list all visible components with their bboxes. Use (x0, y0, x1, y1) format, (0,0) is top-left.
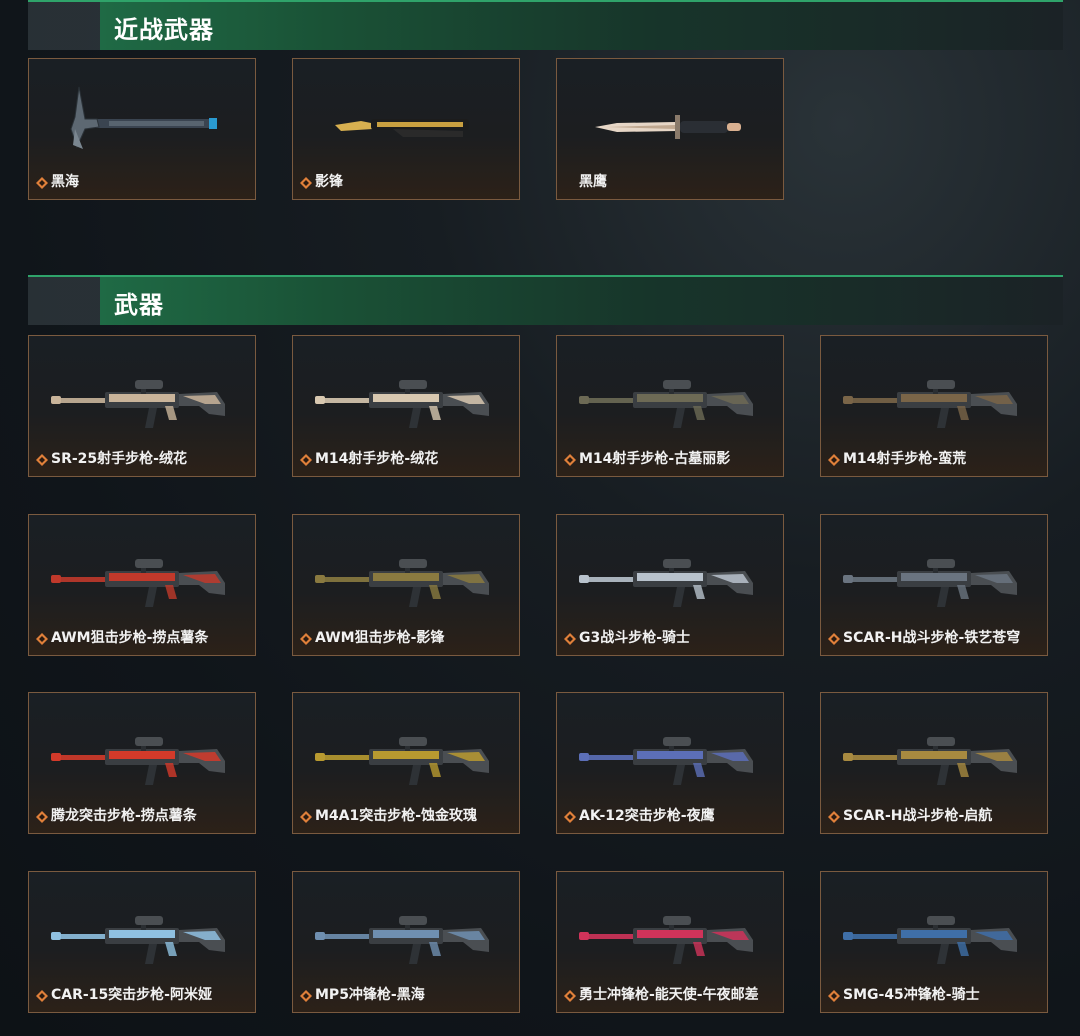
weapon-card[interactable]: MP5冲锋枪-黑海 (292, 871, 520, 1013)
weapon-card[interactable]: 勇士冲锋枪-能天使-午夜邮差 (556, 871, 784, 1013)
weapon-card-label: SCAR-H战斗步枪-启航 (843, 808, 993, 824)
weapon-card[interactable]: M14射手步枪-蛮荒 (820, 335, 1048, 477)
rifle-icon (579, 380, 753, 428)
weapon-card[interactable]: G3战斗步枪-骑士 (556, 514, 784, 656)
rank-icon (564, 811, 576, 823)
rifle-icon (315, 380, 489, 428)
weapon-card-melee-0[interactable]: 黑海 (28, 58, 256, 200)
rifle-icon (579, 737, 753, 785)
rifle-icon (51, 737, 225, 785)
rifle-icon (843, 559, 1017, 607)
rifle-icon (51, 559, 225, 607)
weapon-card[interactable]: SR-25射手步枪-绒花 (28, 335, 256, 477)
rifle-icon (579, 916, 753, 964)
rank-icon (828, 990, 840, 1002)
weapon-card-melee-2[interactable]: 黑鹰 (556, 58, 784, 200)
weapon-card-label: SR-25射手步枪-绒花 (51, 451, 187, 467)
rifle-icon (315, 916, 489, 964)
rank-icon (564, 454, 576, 466)
butterfly-knife-icon (335, 119, 469, 137)
rank-icon (300, 990, 312, 1002)
rank-icon (36, 811, 48, 823)
weapon-card-label: AK-12突击步枪-夜鹰 (579, 808, 715, 824)
rank-icon (828, 811, 840, 823)
rank-icon (36, 633, 48, 645)
weapon-card-label: 影锋 (315, 174, 343, 190)
weapon-card[interactable]: M4A1突击步枪-蚀金玫瑰 (292, 692, 520, 834)
rank-icon (828, 633, 840, 645)
weapon-card-label: M14射手步枪-绒花 (315, 451, 439, 467)
weapon-card[interactable]: M14射手步枪-古墓丽影 (556, 335, 784, 477)
weapon-card-label: SMG-45冲锋枪-骑士 (843, 987, 980, 1003)
combat-knife-icon (595, 115, 741, 139)
weapons-section-title: 武器 (114, 292, 164, 319)
weapon-card-label: M4A1突击步枪-蚀金玫瑰 (315, 808, 478, 824)
weapon-card[interactable]: AK-12突击步枪-夜鹰 (556, 692, 784, 834)
rank-icon (300, 177, 312, 189)
rank-icon (300, 633, 312, 645)
weapon-card-label: 勇士冲锋枪-能天使-午夜邮差 (579, 987, 759, 1003)
rank-icon (828, 454, 840, 466)
rifle-icon (579, 559, 753, 607)
weapon-card[interactable]: AWM狙击步枪-捞点薯条 (28, 514, 256, 656)
rifle-icon (843, 916, 1017, 964)
weapon-card-label: CAR-15突击步枪-阿米娅 (51, 987, 212, 1003)
weapon-card[interactable]: CAR-15突击步枪-阿米娅 (28, 871, 256, 1013)
weapon-card[interactable]: SCAR-H战斗步枪-启航 (820, 692, 1048, 834)
weapon-card-label: M14射手步枪-古墓丽影 (579, 451, 731, 467)
melee-section-title: 近战武器 (114, 17, 214, 44)
weapon-card-label: M14射手步枪-蛮荒 (843, 451, 967, 467)
weapons-section-header: 武器 (28, 275, 1063, 325)
rank-icon (564, 990, 576, 1002)
rank-icon (36, 177, 48, 189)
weapon-card-label: 黑海 (51, 174, 79, 190)
weapon-card-label: AWM狙击步枪-影锋 (315, 630, 445, 646)
weapon-card[interactable]: M14射手步枪-绒花 (292, 335, 520, 477)
rifle-icon (51, 380, 225, 428)
tomahawk-icon (70, 86, 217, 149)
weapon-card-label: SCAR-H战斗步枪-铁艺苍穹 (843, 630, 1021, 646)
rifle-icon (843, 380, 1017, 428)
weapon-card-label: AWM狙击步枪-捞点薯条 (51, 630, 209, 646)
weapon-card-melee-1[interactable]: 影锋 (292, 58, 520, 200)
weapon-card-label: 腾龙突击步枪-捞点薯条 (51, 808, 197, 824)
rifle-icon (843, 737, 1017, 785)
rifle-icon (315, 559, 489, 607)
weapon-card[interactable]: 腾龙突击步枪-捞点薯条 (28, 692, 256, 834)
rank-icon (300, 811, 312, 823)
rank-icon (36, 454, 48, 466)
rifle-icon (315, 737, 489, 785)
rank-icon (36, 990, 48, 1002)
rank-icon (300, 454, 312, 466)
weapon-card[interactable]: SCAR-H战斗步枪-铁艺苍穹 (820, 514, 1048, 656)
rifle-icon (51, 916, 225, 964)
melee-section-header: 近战武器 (28, 0, 1063, 50)
weapon-card-label: 黑鹰 (579, 174, 607, 190)
weapon-card-label: MP5冲锋枪-黑海 (315, 987, 425, 1003)
weapon-card[interactable]: AWM狙击步枪-影锋 (292, 514, 520, 656)
weapon-card[interactable]: SMG-45冲锋枪-骑士 (820, 871, 1048, 1013)
rank-icon (564, 633, 576, 645)
weapon-card-label: G3战斗步枪-骑士 (579, 630, 691, 646)
